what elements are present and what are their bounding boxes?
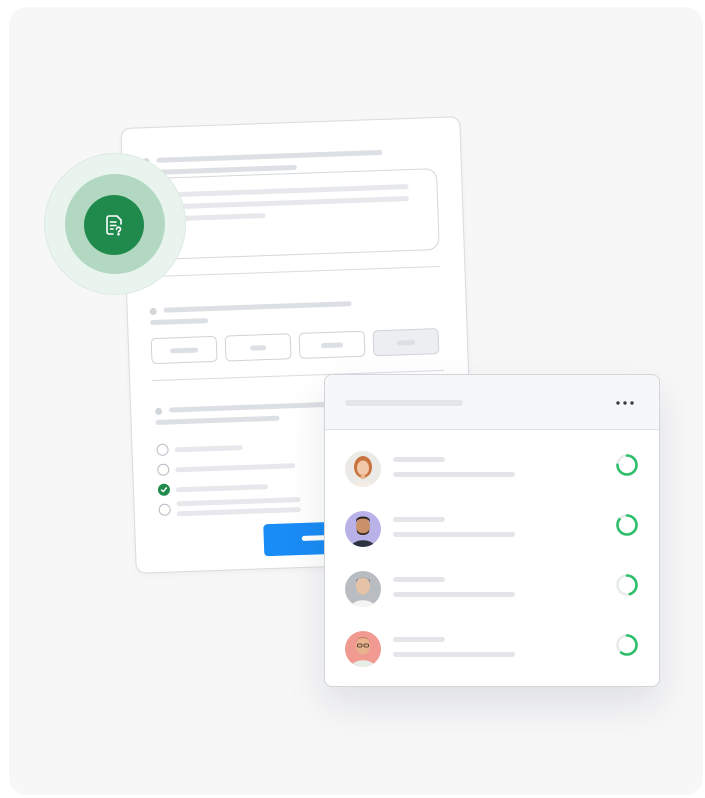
respondent-row[interactable] <box>325 631 659 691</box>
more-horizontal-icon <box>616 401 634 405</box>
respondent-row[interactable] <box>325 511 659 571</box>
avatar-man-glasses <box>345 631 381 667</box>
respondent-name-line <box>393 457 445 462</box>
respondent-detail-line <box>393 592 515 597</box>
survey-badge[interactable] <box>84 195 144 255</box>
progress-ring-icon <box>616 514 638 536</box>
radio-label-line <box>174 444 243 453</box>
question-title-line <box>163 301 352 313</box>
option-button-1[interactable] <box>150 335 218 365</box>
avatar-woman-red-hair <box>345 451 381 487</box>
question-subtitle-line <box>150 318 209 326</box>
radio-option-3-checked[interactable] <box>157 483 171 496</box>
respondent-row[interactable] <box>325 451 659 511</box>
option-button-4-selected[interactable] <box>372 328 440 357</box>
respondent-detail-line <box>393 472 515 477</box>
radio-option-1[interactable] <box>156 443 169 456</box>
radio-option-4[interactable] <box>158 503 171 516</box>
progress-ring-icon <box>616 634 638 656</box>
radio-label-line <box>176 497 301 507</box>
respondent-detail-line <box>393 652 515 657</box>
answer-text-line <box>158 184 409 198</box>
option-label-line <box>396 339 416 346</box>
panel-header <box>325 375 659 430</box>
section-divider <box>148 265 441 278</box>
option-label-line <box>320 342 344 349</box>
question-subtitle-line <box>155 415 280 426</box>
document-question-icon <box>106 215 122 236</box>
check-icon <box>160 487 168 493</box>
answer-text-line <box>159 196 410 210</box>
avatar-man-gray <box>345 571 381 607</box>
avatar-man-beard <box>345 511 381 547</box>
question-bullet <box>149 307 157 316</box>
radio-label-line <box>176 507 301 517</box>
respondent-detail-line <box>393 532 515 537</box>
option-label-line <box>249 345 267 351</box>
radio-option-2[interactable] <box>157 463 170 476</box>
progress-ring-icon <box>616 454 638 476</box>
question-title-line <box>169 401 330 413</box>
respondent-name-line <box>393 577 445 582</box>
radio-label-line <box>175 484 269 493</box>
panel-title-line <box>345 400 463 406</box>
question-bullet <box>155 407 163 416</box>
question-title-line <box>156 149 383 163</box>
option-button-3[interactable] <box>298 330 366 359</box>
respondents-panel <box>324 374 660 687</box>
respondent-row[interactable] <box>325 571 659 631</box>
more-options-button[interactable] <box>613 393 637 413</box>
option-label-line <box>170 347 199 354</box>
respondent-name-line <box>393 637 445 642</box>
radio-label-line <box>175 463 296 473</box>
text-answer-field[interactable] <box>145 168 440 261</box>
option-button-2[interactable] <box>224 333 292 362</box>
progress-ring-icon <box>616 574 638 596</box>
respondent-name-line <box>393 517 445 522</box>
